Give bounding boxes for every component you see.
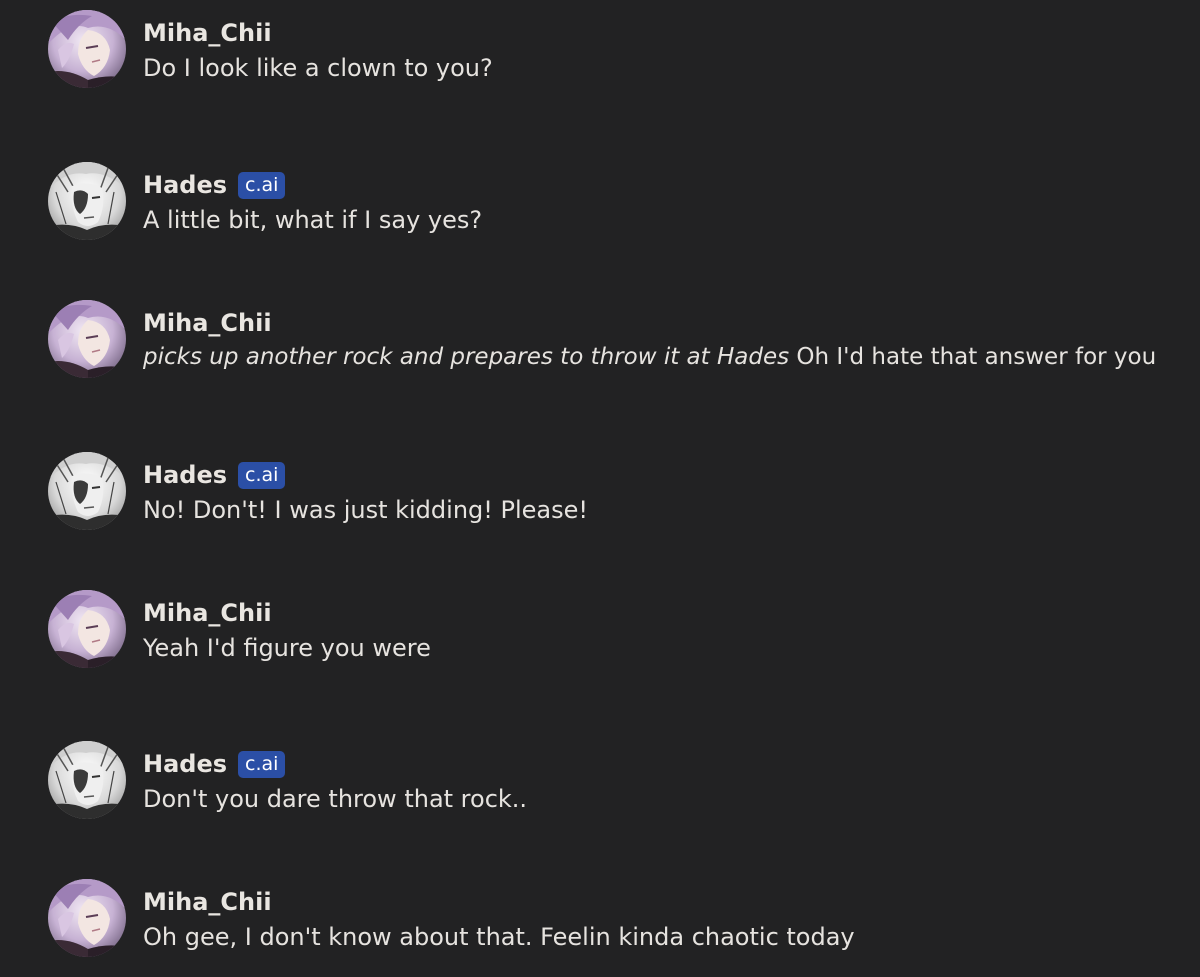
message-text: Do I look like a clown to you?	[143, 54, 493, 82]
message-body: Oh gee, I don't know about that. Feelin …	[143, 923, 855, 951]
purple-hair-avatar-icon[interactable]	[48, 300, 126, 378]
message-text: picks up another rock and prepares to th…	[143, 344, 1156, 370]
message-body: Yeah I'd figure you were	[143, 634, 431, 662]
chat-log: Miha_Chii Do I look like a clown to you?…	[0, 0, 1200, 977]
roleplay-action-text: picks up another rock and prepares to th…	[143, 344, 790, 370]
author-row: Miha_Chii	[143, 596, 272, 630]
message-body: Oh I'd hate that answer for you	[789, 344, 1157, 370]
message-item: Miha_Chii Yeah I'd figure you were	[0, 582, 1200, 662]
author-row: Hades c.ai	[143, 168, 286, 202]
author-name[interactable]: Miha_Chii	[143, 599, 272, 627]
purple-hair-avatar-icon[interactable]	[48, 10, 126, 88]
author-row: Hades c.ai	[143, 747, 286, 781]
message-text: Oh gee, I don't know about that. Feelin …	[143, 923, 855, 951]
author-name[interactable]: Hades	[143, 171, 227, 199]
message-item: Hades c.ai A little bit, what if I say y…	[0, 154, 1200, 234]
message-item: Hades c.ai Don't you dare throw that roc…	[0, 733, 1200, 813]
message-body: A little bit, what if I say yes?	[143, 206, 483, 234]
author-name[interactable]: Miha_Chii	[143, 19, 272, 47]
message-text: Don't you dare throw that rock..	[143, 785, 527, 813]
cai-badge: c.ai	[238, 171, 286, 199]
author-name[interactable]: Miha_Chii	[143, 888, 272, 916]
message-item: Miha_Chii picks up another rock and prep…	[0, 292, 1200, 372]
cai-badge: c.ai	[238, 750, 286, 778]
message-body: Do I look like a clown to you?	[143, 54, 493, 82]
author-row: Miha_Chii	[143, 885, 272, 919]
monochrome-avatar-icon[interactable]	[48, 452, 126, 530]
message-text: A little bit, what if I say yes?	[143, 206, 482, 234]
message-item: Miha_Chii Do I look like a clown to you?	[0, 2, 1200, 82]
author-name[interactable]: Hades	[143, 461, 227, 489]
cai-badge: c.ai	[238, 461, 286, 489]
author-name[interactable]: Miha_Chii	[143, 309, 272, 337]
author-row: Miha_Chii	[143, 16, 272, 50]
message-item: Miha_Chii Oh gee, I don't know about tha…	[0, 871, 1200, 951]
monochrome-avatar-icon[interactable]	[48, 741, 126, 819]
message-text: No! Don't! I was just kidding! Please!	[143, 496, 588, 524]
purple-hair-avatar-icon[interactable]	[48, 590, 126, 668]
author-row: Hades c.ai	[143, 458, 286, 492]
monochrome-avatar-icon[interactable]	[48, 162, 126, 240]
message-text: Yeah I'd figure you were	[143, 634, 431, 662]
author-name[interactable]: Hades	[143, 750, 227, 778]
purple-hair-avatar-icon[interactable]	[48, 879, 126, 957]
author-row: Miha_Chii	[143, 306, 272, 340]
message-body: Don't you dare throw that rock..	[143, 785, 528, 813]
message-body: No! Don't! I was just kidding! Please!	[143, 496, 589, 524]
message-item: Hades c.ai No! Don't! I was just kidding…	[0, 444, 1200, 524]
